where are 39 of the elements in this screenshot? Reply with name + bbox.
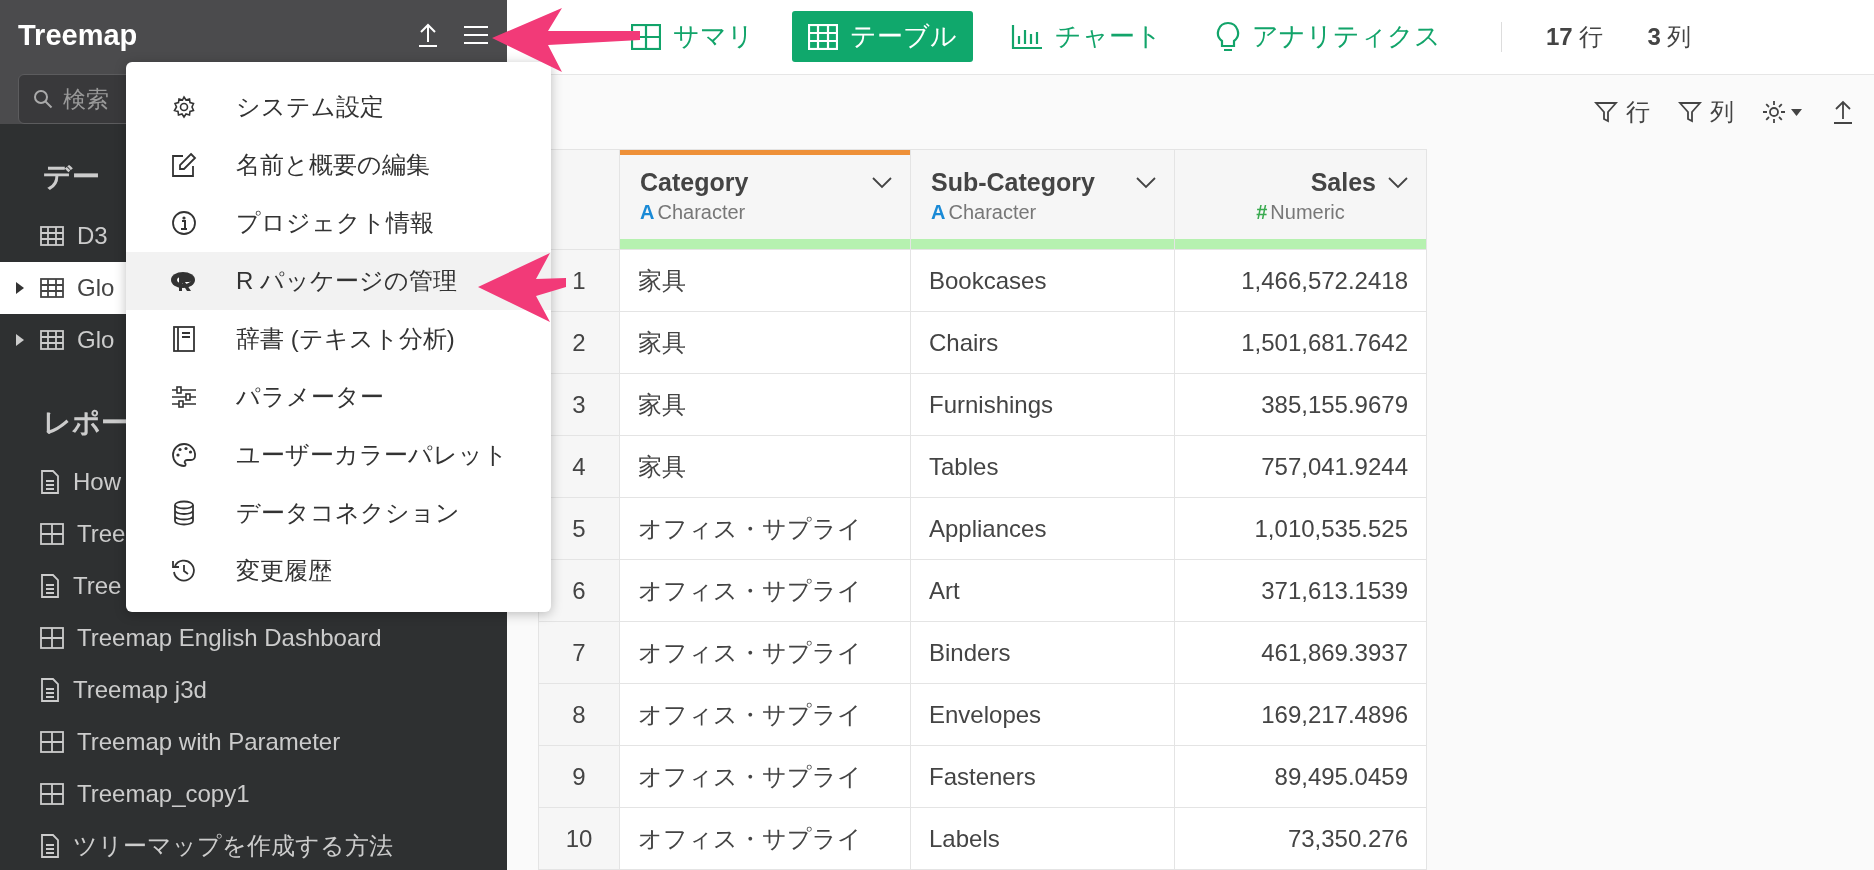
row-number: 9 [538,745,620,808]
project-title: Treemap [18,18,139,52]
count-label: 17 行 [1546,21,1604,52]
table-cell: 89,495.0459 [1174,745,1427,808]
table-cell: 385,155.9679 [1174,373,1427,436]
table-cell: 家具 [619,435,911,498]
table-cell: Appliances [910,497,1175,560]
table-cell: Envelopes [910,683,1175,746]
table-cell: 1,010,535.525 [1174,497,1427,560]
table-cell: 461,869.3937 [1174,621,1427,684]
table-cell: オフィス・サプライ [619,745,911,808]
table-cell: 家具 [619,373,911,436]
table-cell: オフィス・サプライ [619,497,911,560]
section-heading: レポー [43,407,129,438]
table-cell: オフィス・サプライ [619,683,911,746]
table-cell: 757,041.9244 [1174,435,1427,498]
table-cell: オフィス・サプライ [619,559,911,622]
table-cell: 家具 [619,249,911,312]
table-cell: 1,466,572.2418 [1174,249,1427,312]
table-cell: Furnishings [910,373,1175,436]
table-cell: 371,613.1539 [1174,559,1427,622]
table-cell: Chairs [910,311,1175,374]
table-cell: オフィス・サプライ [619,621,911,684]
table-cell: Bookcases [910,249,1175,312]
table-cell: Art [910,559,1175,622]
section-heading: デー [43,161,100,192]
table-cell: Fasteners [910,745,1175,808]
table-cell: Tables [910,435,1175,498]
table-cell: 73,350.276 [1174,807,1427,870]
table-cell: 1,501,681.7642 [1174,311,1427,374]
table-cell: Binders [910,621,1175,684]
table-cell: 169,217.4896 [1174,683,1427,746]
table-cell: 家具 [619,311,911,374]
row-number: 10 [538,807,620,870]
table-cell: オフィス・サプライ [619,807,911,870]
row-number: 8 [538,683,620,746]
row-number: 7 [538,621,620,684]
table-cell: Labels [910,807,1175,870]
count-label: 3 列 [1647,21,1692,52]
